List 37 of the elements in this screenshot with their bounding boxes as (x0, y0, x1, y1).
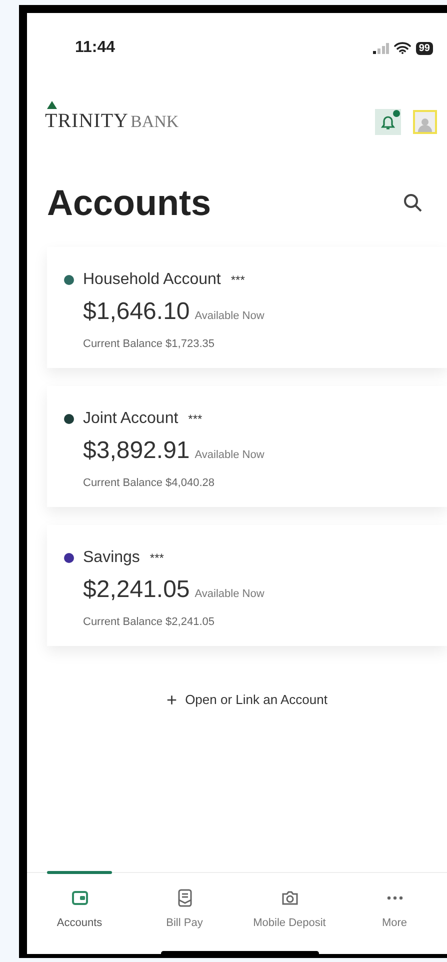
search-icon[interactable] (403, 193, 423, 213)
bell-icon (381, 114, 395, 130)
current-balance: Current Balance $1,723.35 (82, 337, 216, 352)
account-name: Joint Account (83, 409, 178, 429)
account-mask: *** (230, 272, 245, 289)
available-label: Available Now (194, 448, 264, 463)
account-name: Household Account (83, 270, 221, 290)
current-balance: Current Balance $4,040.28 (82, 476, 216, 491)
account-name: Savings (83, 548, 140, 568)
available-label: Available Now (194, 309, 264, 324)
available-balance: $3,892.91 (83, 436, 190, 466)
bank-logo: TRINITY BANK (45, 100, 179, 134)
avatar-icon (417, 116, 433, 132)
account-mask: *** (150, 550, 164, 567)
available-balance: $1,646.10 (83, 297, 190, 327)
tab-bar-item[interactable]: More (342, 873, 447, 954)
account-card[interactable]: Joint Account *** $3,892.91 Available Now Current Balance $4,040.28 (47, 386, 447, 507)
account-mask: *** (188, 411, 202, 428)
camera-icon (280, 889, 298, 907)
signal-icon (372, 42, 389, 54)
account-card[interactable]: Savings *** $2,241.05 Available Now Current Balance $2,241.05 (47, 525, 447, 646)
current-balance: Current Balance $2,241.05 (82, 615, 216, 630)
more-icon (386, 895, 404, 901)
page-title: Accounts (47, 181, 212, 225)
wallet-icon (70, 889, 88, 907)
open-link-account-link[interactable]: + Open or Link an Account (166, 690, 328, 710)
available-label: Available Now (194, 587, 264, 602)
battery-level: 99 (416, 42, 433, 54)
notifications-button[interactable] (375, 109, 401, 135)
wifi-icon (394, 42, 411, 54)
account-card[interactable]: Household Account *** $1,646.10 Available Now Current Balance $1,723.35 (47, 247, 447, 368)
status-time: 11:44 (75, 38, 116, 58)
envelope-icon (176, 889, 194, 907)
available-balance: $2,241.05 (83, 575, 190, 605)
tab-bar-item[interactable]: Bill Pay (132, 873, 237, 954)
tab-bar-item[interactable]: Mobile Deposit (237, 873, 342, 954)
tab-bar-item[interactable]: Accounts (27, 873, 132, 954)
